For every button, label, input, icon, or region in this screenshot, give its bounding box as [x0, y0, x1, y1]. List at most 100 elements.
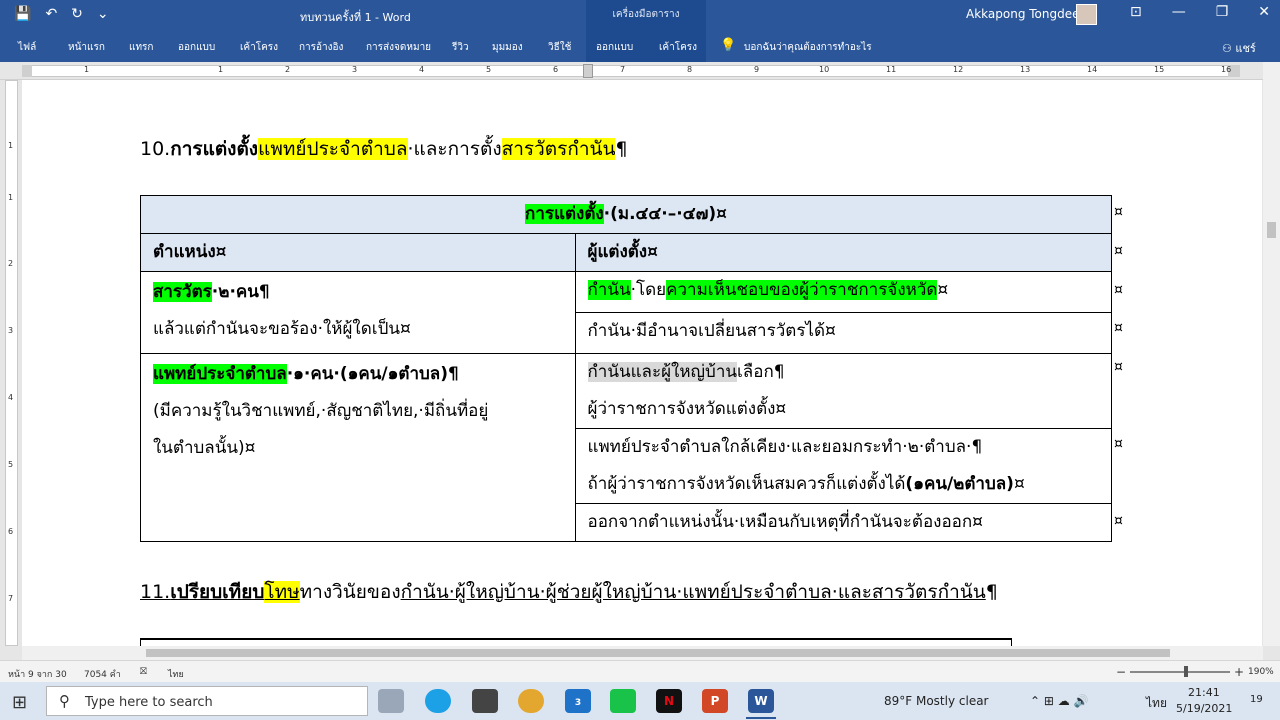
row-end-mark: ¤ — [1114, 359, 1123, 375]
avatar[interactable] — [1076, 4, 1097, 25]
vruler-number: 3 — [8, 326, 14, 335]
zoom-out-button[interactable]: − — [1116, 665, 1126, 679]
vruler-number: 7 — [8, 594, 14, 603]
zoom-slider-handle[interactable] — [1184, 666, 1188, 677]
ruler-column-marker[interactable] — [583, 64, 593, 78]
heading-number: 11. — [140, 581, 171, 603]
system-tray-icons[interactable]: ⌃ ⊞ ☁ 🔊 — [1030, 694, 1089, 708]
vertical-ruler[interactable]: 1 1 2 3 4 5 6 7 — [5, 80, 18, 646]
tab-view[interactable]: มุมมอง — [492, 40, 523, 55]
tab-design[interactable]: ออกแบบ — [178, 40, 215, 55]
cell-line: ในตำบลนั้น)¤ — [153, 438, 256, 458]
ruler-track — [22, 65, 1240, 77]
vertical-scrollbar[interactable] — [1263, 62, 1280, 646]
word-count[interactable]: 7054 คำ — [84, 667, 121, 681]
table-title-cell[interactable]: การแต่งตั้ง·(ม.๔๔·–·๔๗)¤ — [140, 195, 1112, 234]
powerpoint-icon[interactable]: P — [702, 689, 728, 713]
table-cell[interactable]: สารวัตร·๒·คน¶ แล้วแต่กำนันจะขอร้อง·ให้ผู… — [140, 271, 576, 354]
clock-date[interactable]: 5/19/2021 — [1176, 702, 1232, 715]
customize-icon[interactable]: ⌄ — [97, 6, 109, 22]
table-cell[interactable]: กำนัน·มีอำนาจเปลี่ยนสารวัตรได้¤ — [574, 312, 1112, 354]
scrollbar-thumb[interactable] — [146, 649, 1170, 657]
page-count[interactable]: หน้า 9 จาก 30 — [8, 667, 67, 681]
ruler-number: 9 — [754, 65, 760, 74]
input-language[interactable]: ไทย — [1146, 694, 1167, 713]
tab-references[interactable]: การอ้างอิง — [299, 40, 343, 55]
cell-text: ·๒·คน¶ — [211, 282, 270, 302]
tab-table-layout[interactable]: เค้าโครง — [659, 40, 697, 55]
cell-text: เลือก¶ — [737, 362, 785, 382]
cell-line: กำนันและผู้ใหญ่บ้านเลือก¶ — [587, 354, 1100, 391]
tab-home[interactable]: หน้าแรก — [68, 40, 105, 55]
lightbulb-icon[interactable]: 💡 — [720, 38, 736, 53]
tab-table-design[interactable]: ออกแบบ — [596, 40, 633, 55]
horizontal-scrollbar[interactable] — [22, 646, 1263, 660]
horizontal-ruler[interactable]: 1 1 2 3 4 5 6 7 8 9 10 11 12 13 14 15 16 — [0, 62, 1280, 80]
zoom-level[interactable]: 190% — [1248, 667, 1274, 677]
task-view-icon[interactable] — [378, 689, 404, 713]
column-header[interactable]: ตำแหน่ง¤ — [140, 233, 576, 272]
cell-end-mark: ¤ — [937, 280, 949, 300]
netflix-icon[interactable]: N — [656, 689, 682, 713]
chrome-icon[interactable] — [518, 689, 544, 713]
share-button[interactable]: ⚇ แชร์ — [1222, 39, 1256, 57]
heading-text: ทางวินัยของ — [299, 581, 401, 603]
mail-icon[interactable]: 3 — [565, 689, 591, 713]
tab-help[interactable]: วิธีใช้ — [548, 40, 571, 55]
zoom-in-button[interactable]: + — [1234, 665, 1244, 679]
table-cell[interactable]: กำนันและผู้ใหญ่บ้านเลือก¶ ผู้ว่าราชการจั… — [574, 353, 1112, 429]
cell-end-mark: ¤ — [1013, 474, 1025, 494]
clock-time[interactable]: 21:41 — [1188, 686, 1220, 699]
ribbon-display-icon[interactable]: ⊡ — [1130, 4, 1142, 20]
row-end-mark: ¤ — [1114, 513, 1123, 529]
next-table-top[interactable] — [140, 638, 1012, 646]
tab-mailings[interactable]: การส่งจดหมาย — [366, 40, 431, 55]
column-header[interactable]: ผู้แต่งตั้ง¤ — [574, 233, 1112, 272]
windows-start-icon[interactable]: ⊞ — [12, 692, 27, 713]
ruler-number: 1 — [84, 65, 90, 74]
document-page[interactable]: 10.การแต่งตั้งแพทย์ประจำตำบล·และการตั้งส… — [22, 80, 1262, 646]
redo-icon[interactable]: ↻ — [71, 6, 83, 22]
cell-line: ออกจากตำแหน่งนั้น·เหมือนกับเหตุที่กำนันจ… — [587, 512, 983, 532]
appointment-table[interactable]: การแต่งตั้ง·(ม.๔๔·–·๔๗)¤ ตำแหน่ง¤ ผู้แต่… — [140, 195, 1112, 542]
edge-icon[interactable] — [425, 689, 451, 713]
weather-widget[interactable]: 89°F Mostly clear — [884, 694, 989, 708]
language-indicator[interactable]: ไทย — [168, 667, 184, 681]
table-cell[interactable]: แพทย์ประจำตำบล·๑·คน·(๑คน/๑ตำบล)¶ (มีความ… — [140, 353, 576, 542]
word-icon[interactable]: W — [748, 689, 774, 713]
heading-section-11[interactable]: 11.เปรียบเทียบโทษทางวินัยของกำนัน·ผู้ใหญ… — [140, 577, 998, 607]
ruler-number: 8 — [687, 65, 693, 74]
vruler-number: 1 — [8, 141, 14, 150]
proofing-icon[interactable]: ⛝ — [140, 667, 147, 677]
table-cell[interactable]: ออกจากตำแหน่งนั้น·เหมือนกับเหตุที่กำนันจ… — [574, 503, 1112, 542]
table-cell[interactable]: แพทย์ประจำตำบลใกล้เคียง·และยอมกระทำ·๒·ตำ… — [574, 428, 1112, 504]
ruler-number: 3 — [352, 65, 358, 74]
close-icon[interactable]: ✕ — [1258, 4, 1270, 20]
share-icon: ⚇ — [1222, 42, 1232, 55]
save-icon[interactable]: 💾 — [14, 6, 31, 22]
tell-me-search[interactable]: บอกฉันว่าคุณต้องการทำอะไร — [744, 40, 872, 55]
maximize-icon[interactable]: ❐ — [1216, 4, 1229, 20]
undo-icon[interactable]: ↶ — [45, 6, 57, 22]
tab-review[interactable]: รีวิว — [452, 40, 469, 55]
user-name[interactable]: Akkapong Tongdee — [966, 7, 1079, 21]
vruler-number: 6 — [8, 527, 14, 536]
cell-line: แพทย์ประจำตำบลใกล้เคียง·และยอมกระทำ·๒·ตำ… — [587, 437, 983, 457]
pilcrow: ¶ — [985, 581, 998, 603]
highlight-yellow: แพทย์ประจำตำบล — [258, 138, 408, 160]
tab-insert[interactable]: แทรก — [129, 40, 153, 55]
scrollbar-thumb[interactable] — [1267, 222, 1276, 238]
cell-text: ถ้าผู้ว่าราชการจังหวัดเห็นสมควรก็แต่งตั้… — [587, 474, 906, 494]
zoom-slider[interactable] — [1130, 671, 1230, 673]
vruler-number: 4 — [8, 393, 14, 402]
tab-layout[interactable]: เค้าโครง — [240, 40, 278, 55]
taskbar-search[interactable]: ⚲ Type here to search — [46, 686, 368, 716]
tab-file[interactable]: ไฟล์ — [18, 40, 36, 55]
store-icon[interactable] — [472, 689, 498, 713]
table-cell[interactable]: กำนัน·โดยความเห็นชอบของผู้ว่าราชการจังหว… — [574, 271, 1112, 313]
minimize-icon[interactable]: — — [1172, 4, 1186, 20]
line-icon[interactable] — [610, 689, 636, 713]
notification-center[interactable]: 19 — [1250, 694, 1263, 705]
heading-section-10[interactable]: 10.การแต่งตั้งแพทย์ประจำตำบล·และการตั้งส… — [140, 134, 628, 164]
cell-line: ผู้ว่าราชการจังหวัดแต่งตั้ง¤ — [587, 399, 787, 419]
